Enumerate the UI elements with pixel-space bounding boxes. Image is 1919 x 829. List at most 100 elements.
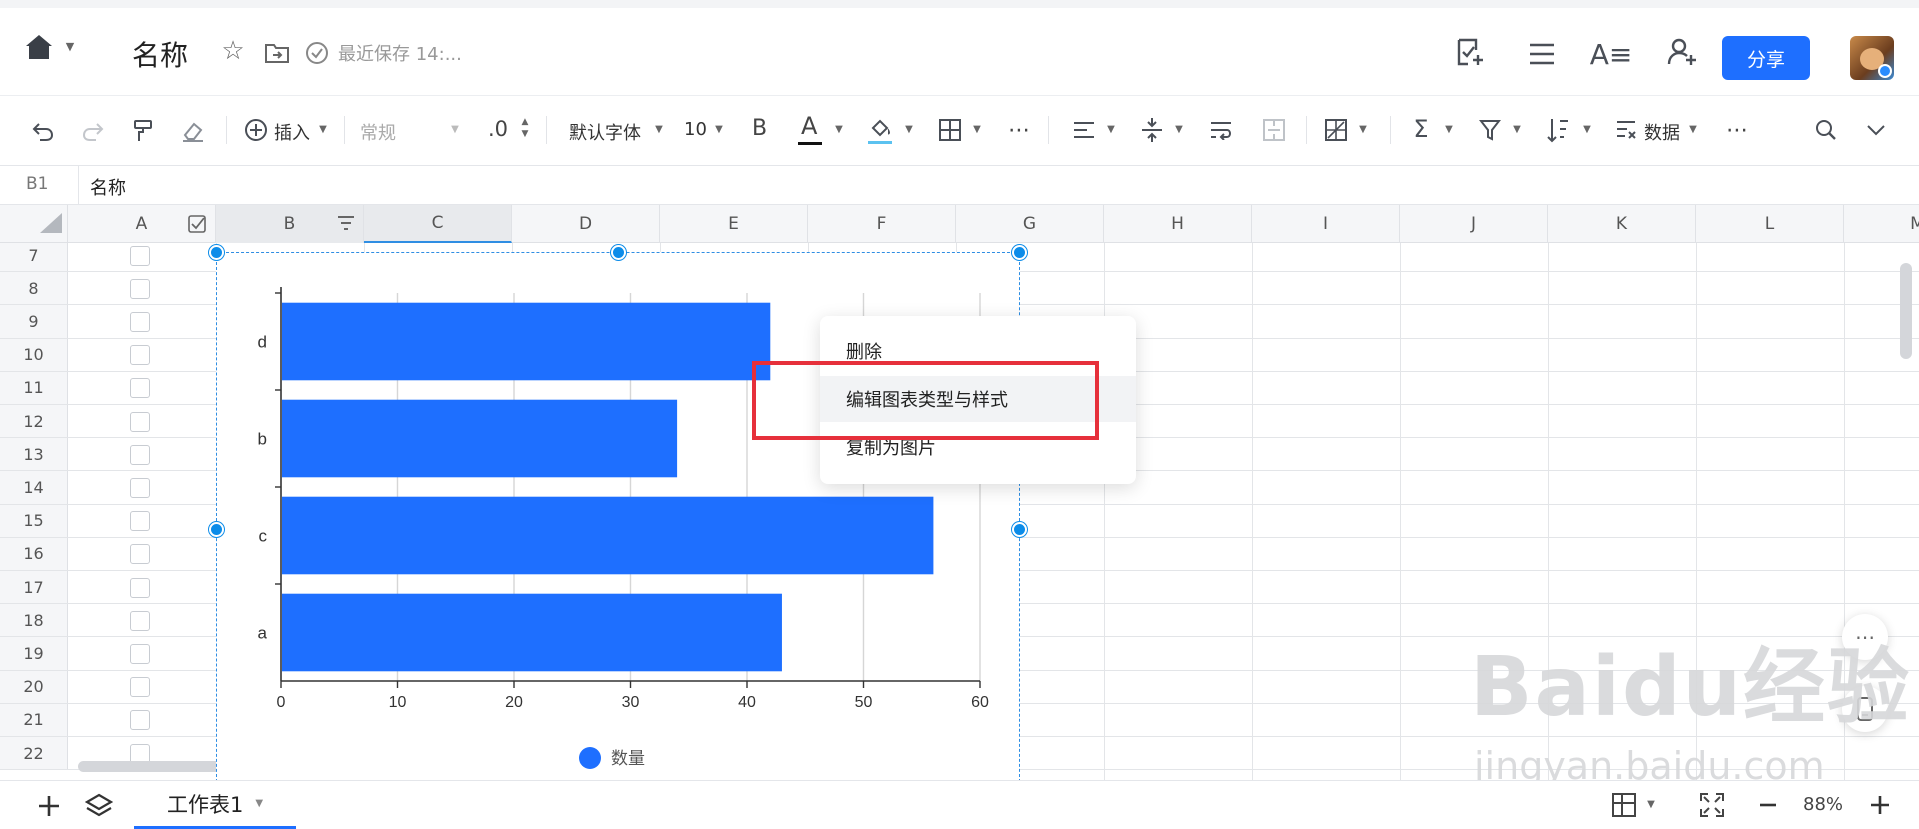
resize-handle-tl[interactable]	[209, 245, 224, 260]
chevron-down-icon[interactable]: ▼	[652, 122, 666, 136]
row-checkbox[interactable]	[130, 477, 150, 498]
row-number[interactable]: 15	[0, 504, 68, 537]
row-number[interactable]: 11	[0, 371, 68, 404]
row-number[interactable]: 7	[0, 243, 68, 272]
row-checkbox[interactable]	[130, 677, 150, 698]
column-header-k[interactable]: K	[1548, 205, 1696, 243]
row-checkbox[interactable]	[130, 444, 150, 465]
more-icon[interactable]: ⋯	[1722, 116, 1752, 144]
chevron-down-icon[interactable]: ▼	[832, 122, 846, 136]
font-color-button[interactable]: A	[798, 112, 824, 146]
resize-handle-tr[interactable]	[1012, 245, 1027, 260]
filter-icon[interactable]	[1476, 116, 1504, 144]
row-checkbox[interactable]	[130, 411, 150, 432]
grid-view-icon[interactable]	[1610, 791, 1638, 819]
row-number[interactable]: 13	[0, 438, 68, 471]
row-checkbox[interactable]	[130, 610, 150, 631]
select-all-corner[interactable]	[0, 205, 68, 243]
undo-icon[interactable]	[28, 116, 58, 146]
font-size-select[interactable]: 10	[684, 119, 707, 140]
formula-input[interactable]: 名称	[90, 174, 126, 200]
row-checkbox[interactable]	[130, 643, 150, 664]
add-user-icon[interactable]	[1664, 34, 1700, 70]
add-sheet-icon[interactable]	[34, 791, 64, 821]
resize-handle-ml[interactable]	[209, 522, 224, 537]
fullscreen-icon[interactable]	[1698, 791, 1726, 819]
row-number[interactable]: 19	[0, 637, 68, 670]
row-number[interactable]: 16	[0, 537, 68, 570]
column-header-f[interactable]: F	[808, 205, 956, 243]
chevron-down-icon[interactable]: ▼	[902, 122, 916, 136]
insert-icon[interactable]	[242, 116, 270, 144]
zoom-in-icon[interactable]	[1866, 791, 1894, 819]
row-number[interactable]: 9	[0, 305, 68, 338]
row-number[interactable]: 17	[0, 571, 68, 604]
text-format-icon[interactable]: A≡	[1590, 36, 1633, 72]
share-button[interactable]: 分享	[1722, 36, 1810, 80]
decimal-places[interactable]: .0	[488, 117, 508, 141]
menu-icon[interactable]	[1524, 36, 1560, 72]
column-filter-icon[interactable]	[334, 213, 358, 235]
home-icon[interactable]	[22, 30, 56, 64]
move-to-folder-icon[interactable]	[262, 38, 292, 68]
row-checkbox[interactable]	[130, 278, 150, 299]
review-icon[interactable]	[1452, 34, 1488, 70]
row-checkbox[interactable]	[130, 544, 150, 565]
row-number[interactable]: 21	[0, 703, 68, 736]
resize-handle-mr[interactable]	[1012, 522, 1027, 537]
chevron-down-icon[interactable]: ▼	[712, 122, 726, 136]
column-header-g[interactable]: G	[956, 205, 1104, 243]
border-icon[interactable]	[936, 116, 964, 144]
row-checkbox[interactable]	[130, 378, 150, 399]
avatar[interactable]	[1850, 36, 1894, 80]
number-format-select[interactable]: 常规	[360, 119, 396, 145]
column-header-d[interactable]: D	[512, 205, 660, 243]
search-icon[interactable]	[1812, 116, 1840, 144]
checkbox-column-icon[interactable]	[186, 213, 208, 235]
column-header-h[interactable]: H	[1104, 205, 1252, 243]
fill-color-icon[interactable]	[866, 114, 894, 148]
sheet-tab[interactable]: 工作表1 ▼	[134, 781, 296, 829]
row-number[interactable]: 22	[0, 737, 68, 770]
row-checkbox[interactable]	[130, 577, 150, 598]
zoom-level[interactable]: 88%	[1803, 794, 1843, 815]
insert-menu[interactable]: 插入	[274, 119, 310, 145]
vertical-scrollbar[interactable]	[1900, 263, 1912, 359]
column-header-j[interactable]: J	[1400, 205, 1548, 243]
chevron-down-icon[interactable]: ▼	[316, 122, 330, 136]
cell-reference[interactable]: B1	[26, 174, 48, 194]
row-number[interactable]: 8	[0, 272, 68, 305]
chevron-down-icon[interactable]: ▼	[62, 38, 78, 54]
conditional-format-icon[interactable]	[1322, 116, 1350, 144]
row-number[interactable]: 14	[0, 471, 68, 504]
vertical-align-icon[interactable]	[1138, 114, 1166, 146]
clear-format-icon[interactable]	[178, 116, 208, 146]
resize-handle-tm[interactable]	[611, 245, 626, 260]
row-number[interactable]: 20	[0, 670, 68, 703]
align-left-icon[interactable]	[1070, 116, 1098, 144]
chevron-down-icon[interactable]: ▼	[1442, 122, 1456, 136]
sort-icon[interactable]	[1544, 114, 1572, 146]
row-number[interactable]: 12	[0, 405, 68, 438]
more-icon[interactable]: ⋯	[1004, 116, 1034, 144]
data-icon[interactable]	[1612, 116, 1640, 144]
chevron-down-icon[interactable]: ▼	[1104, 122, 1118, 136]
zoom-out-icon[interactable]	[1754, 791, 1782, 819]
column-header-c[interactable]: C	[364, 205, 512, 243]
bold-button[interactable]: B	[752, 116, 767, 141]
font-family-select[interactable]: 默认字体	[569, 119, 641, 145]
chevron-down-icon[interactable]: ▼	[255, 798, 263, 809]
decimal-stepper-icon[interactable]: ▲ ▼	[518, 113, 532, 143]
column-header-e[interactable]: E	[660, 205, 808, 243]
chevron-down-icon[interactable]: ▼	[1172, 122, 1186, 136]
row-number[interactable]: 18	[0, 604, 68, 637]
star-icon[interactable]: ☆	[218, 36, 248, 66]
chevron-down-icon[interactable]: ▼	[1686, 122, 1700, 136]
row-checkbox[interactable]	[130, 345, 150, 366]
doc-title[interactable]: 名称	[132, 34, 188, 74]
column-header-m[interactable]: M	[1844, 205, 1919, 243]
sum-icon[interactable]: Σ	[1406, 114, 1436, 144]
chevron-down-icon[interactable]: ▼	[1510, 122, 1524, 136]
column-header-l[interactable]: L	[1696, 205, 1844, 243]
chevron-down-icon[interactable]: ▼	[970, 122, 984, 136]
